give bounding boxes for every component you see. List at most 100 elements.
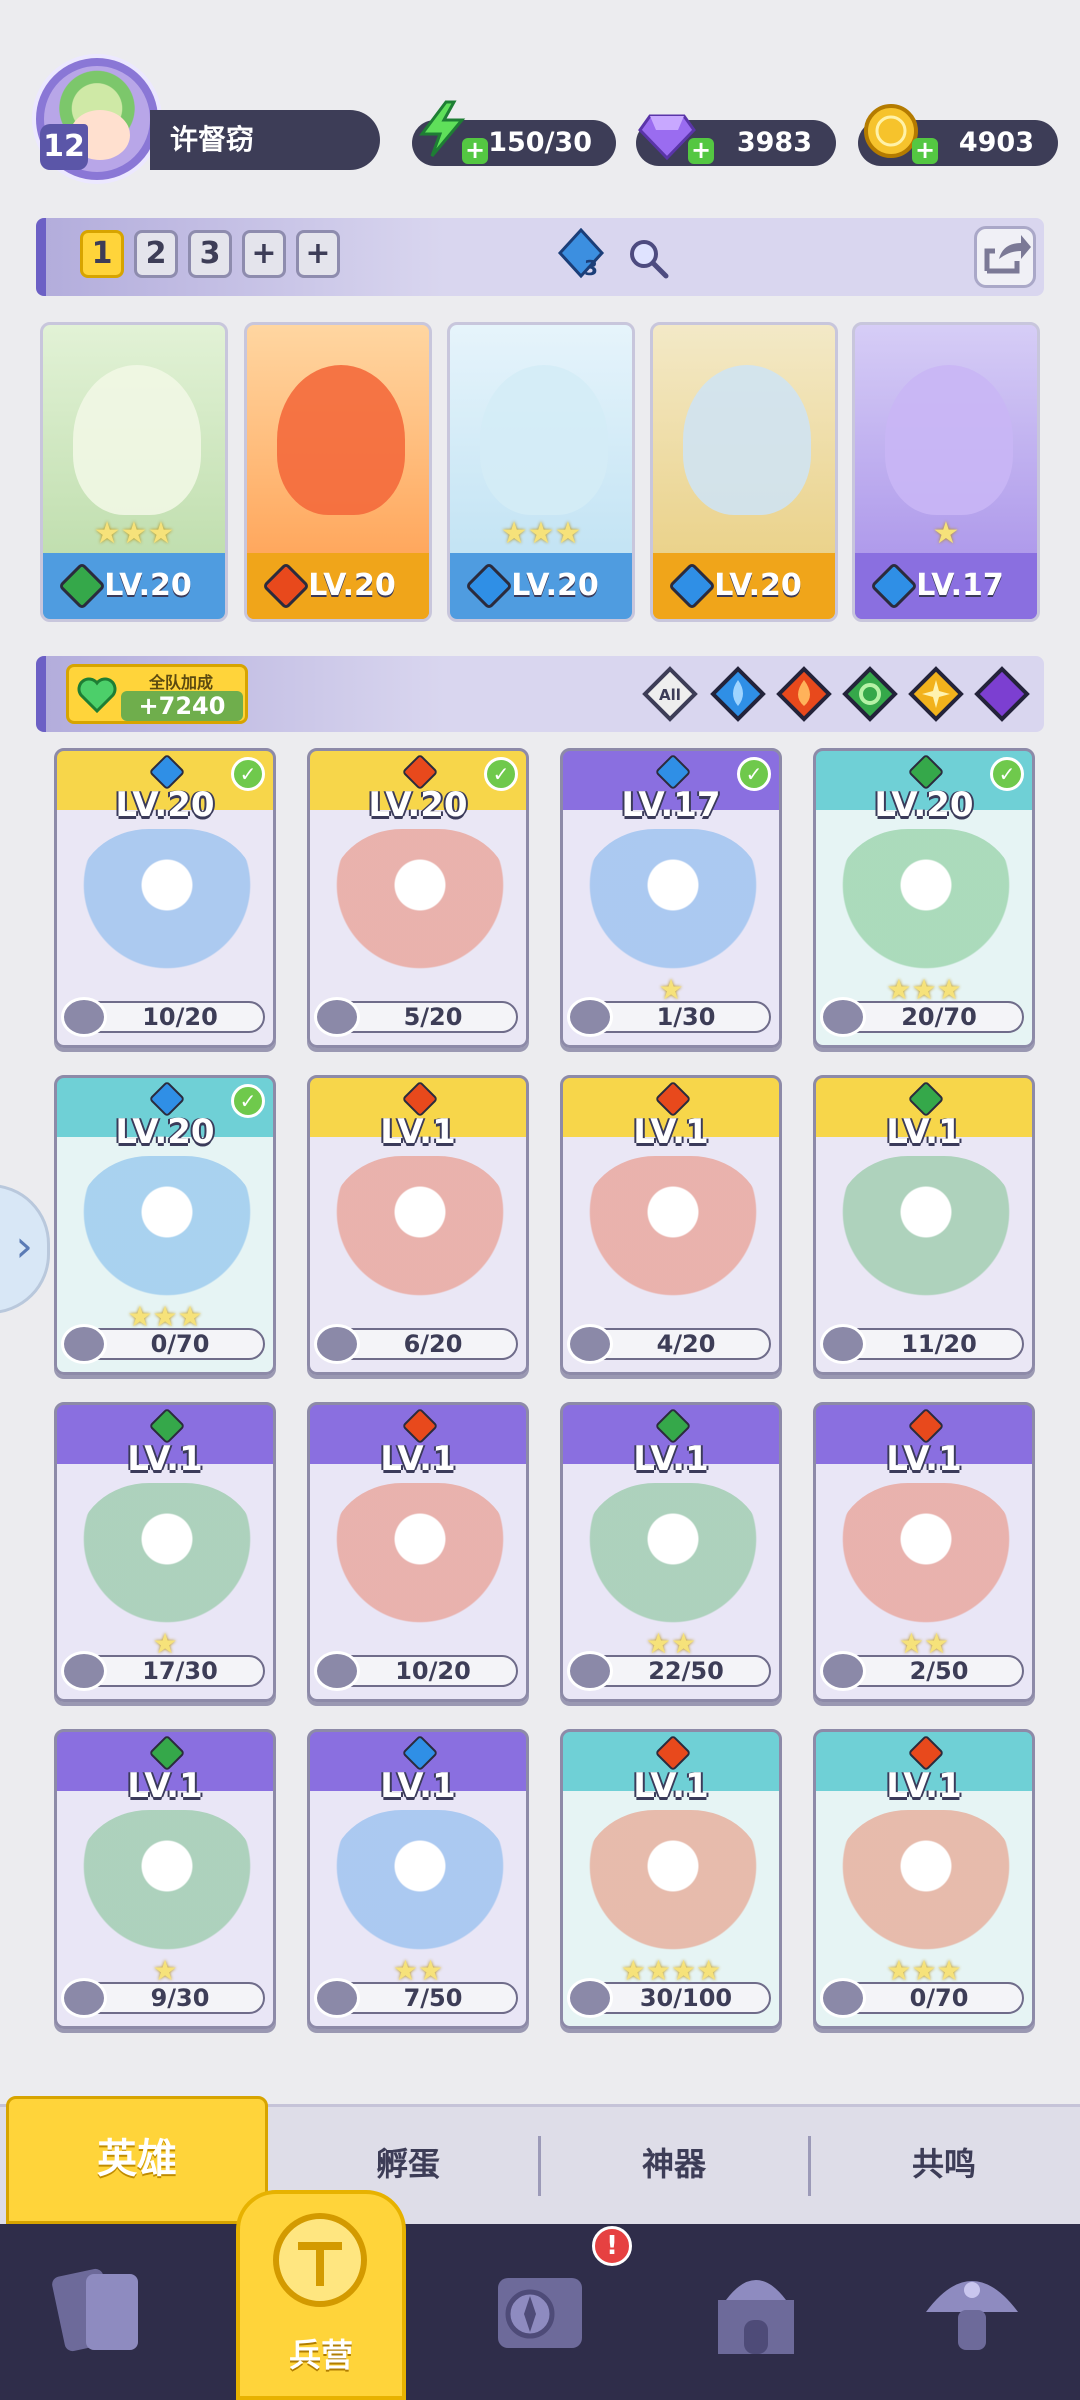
hero-portrait (277, 365, 405, 515)
castle-nav-icon[interactable] (696, 2250, 816, 2370)
team-bonus-value: +7240 (121, 691, 243, 721)
hero-card[interactable]: LV.1 ★★★★ 30/100 (560, 1729, 782, 2029)
svg-text:All: All (659, 686, 681, 704)
hero-level: LV.1 (127, 1439, 203, 1479)
shard-icon (314, 997, 360, 1037)
team-hero-card-3[interactable]: ★★★ LV.20 (447, 322, 635, 622)
hero-level: LV.1 (633, 1439, 709, 1479)
hero-level: LV.20 (115, 785, 215, 825)
hero-portrait (583, 1156, 763, 1316)
barracks-label: 兵营 (288, 2336, 353, 2374)
hero-card[interactable]: LV.1 ★★ 22/50 (560, 1402, 782, 1702)
tab-artifacts[interactable]: 神器 (544, 2104, 804, 2224)
hero-stars: ★ (932, 516, 960, 551)
hero-level: LV.1 (633, 1766, 709, 1806)
shard-icon (820, 997, 866, 1037)
hero-card[interactable]: ✓ LV.20 10/20 (54, 748, 276, 1048)
filter-water-icon[interactable] (710, 666, 766, 722)
hero-card[interactable]: LV.1 4/20 (560, 1075, 782, 1375)
hero-level: LV.20 (368, 785, 468, 825)
hero-card[interactable]: LV.1 11/20 (813, 1075, 1035, 1375)
hero-stars: ★★★ (500, 516, 582, 551)
team-bonus-label: 全队加成 (148, 673, 213, 692)
tab-resonance[interactable]: 共鸣 (814, 2104, 1074, 2224)
hero-portrait (836, 1810, 1016, 1970)
shard-icon (567, 1324, 613, 1364)
hero-card[interactable]: ✓ LV.20 5/20 (307, 748, 529, 1048)
shard-icon (567, 997, 613, 1037)
cards-nav-icon[interactable] (40, 2250, 160, 2370)
hero-card[interactable]: LV.1 ★★ 2/50 (813, 1402, 1035, 1702)
shard-icon (820, 1651, 866, 1691)
hero-level: LV.1 (886, 1439, 962, 1479)
shard-icon (567, 1651, 613, 1691)
coin-value: 4903 (958, 127, 1034, 158)
hero-portrait (73, 365, 201, 515)
filter-fire-icon[interactable] (776, 666, 832, 722)
hero-portrait (836, 1156, 1016, 1316)
team-hero-card-2[interactable]: LV.20 (244, 322, 432, 622)
mushroom-nav-icon[interactable] (912, 2250, 1032, 2370)
hero-portrait (885, 365, 1013, 515)
team-gem-count: 3 (584, 256, 598, 280)
alert-badge: ! (592, 2226, 632, 2266)
hero-card[interactable]: LV.1 ★★★ 0/70 (813, 1729, 1035, 2029)
tab-divider (538, 2136, 541, 2196)
hero-card[interactable]: ✓ LV.20 ★★★ 20/70 (813, 748, 1035, 1048)
gem-plus-button[interactable]: + (688, 138, 714, 164)
filter-all-icon[interactable]: All (642, 666, 698, 722)
shard-icon (61, 1978, 107, 2018)
hero-portrait (77, 1810, 257, 1970)
player-level-badge: 12 (40, 124, 88, 170)
barracks-icon (273, 2213, 367, 2307)
element-gem-icon[interactable] (556, 228, 606, 282)
team-hero-card-4[interactable]: LV.20 (650, 322, 838, 622)
team-slot-3[interactable]: 3 (188, 230, 232, 278)
hero-level: LV.20 (874, 785, 974, 825)
map-nav-icon[interactable] (480, 2250, 600, 2370)
hero-level: LV.1 (380, 1766, 456, 1806)
share-button[interactable] (974, 226, 1036, 288)
filter-light-icon[interactable] (908, 666, 964, 722)
coin-plus-button[interactable]: + (912, 138, 938, 164)
team-slot-2[interactable]: 2 (134, 230, 178, 278)
energy-value: 150/30 (488, 127, 592, 158)
team-hero-card-1[interactable]: ★★★ LV.20 (40, 322, 228, 622)
hero-portrait (683, 365, 811, 515)
hero-portrait (583, 1810, 763, 1970)
shard-icon (820, 1978, 866, 2018)
shard-icon (314, 1651, 360, 1691)
energy-plus-button[interactable]: + (462, 138, 488, 164)
gem-value: 3983 (736, 127, 812, 158)
hero-card[interactable]: ✓ LV.20 ★★★ 0/70 (54, 1075, 276, 1375)
team-slot-1[interactable]: 1 (80, 230, 124, 278)
tab-heroes[interactable]: 英雄 (6, 2096, 268, 2224)
hero-portrait (480, 365, 608, 515)
filter-dark-icon[interactable] (974, 666, 1030, 722)
hero-level: LV.1 (380, 1439, 456, 1479)
team-slot-add-1[interactable]: + (242, 230, 286, 278)
team-hero-card-5[interactable]: ★ LV.17 (852, 322, 1040, 622)
shard-icon (567, 1978, 613, 2018)
shard-icon (820, 1324, 866, 1364)
hero-level: LV.1 (633, 1112, 709, 1152)
hero-card[interactable]: LV.1 10/20 (307, 1402, 529, 1702)
team-bonus-panel[interactable]: 全队加成 +7240 (66, 664, 248, 724)
team-slot-add-2[interactable]: + (296, 230, 340, 278)
search-icon[interactable] (626, 236, 670, 280)
hero-level: LV.17 (621, 785, 721, 825)
hero-card[interactable]: LV.1 6/20 (307, 1075, 529, 1375)
hero-card[interactable]: ✓ LV.17 ★ 1/30 (560, 748, 782, 1048)
hero-portrait (330, 1156, 510, 1316)
hero-card[interactable]: LV.1 ★ 9/30 (54, 1729, 276, 2029)
filter-nature-icon[interactable] (842, 666, 898, 722)
hero-card[interactable]: LV.1 ★ 17/30 (54, 1402, 276, 1702)
hero-card[interactable]: LV.1 ★★ 7/50 (307, 1729, 529, 2029)
heart-icon (77, 677, 117, 713)
share-icon (984, 235, 1031, 274)
shard-icon (314, 1324, 360, 1364)
shard-icon (61, 997, 107, 1037)
side-panel-arrow-button[interactable]: › (0, 1184, 50, 1314)
hero-portrait (330, 829, 510, 989)
hero-level: LV.1 (886, 1766, 962, 1806)
